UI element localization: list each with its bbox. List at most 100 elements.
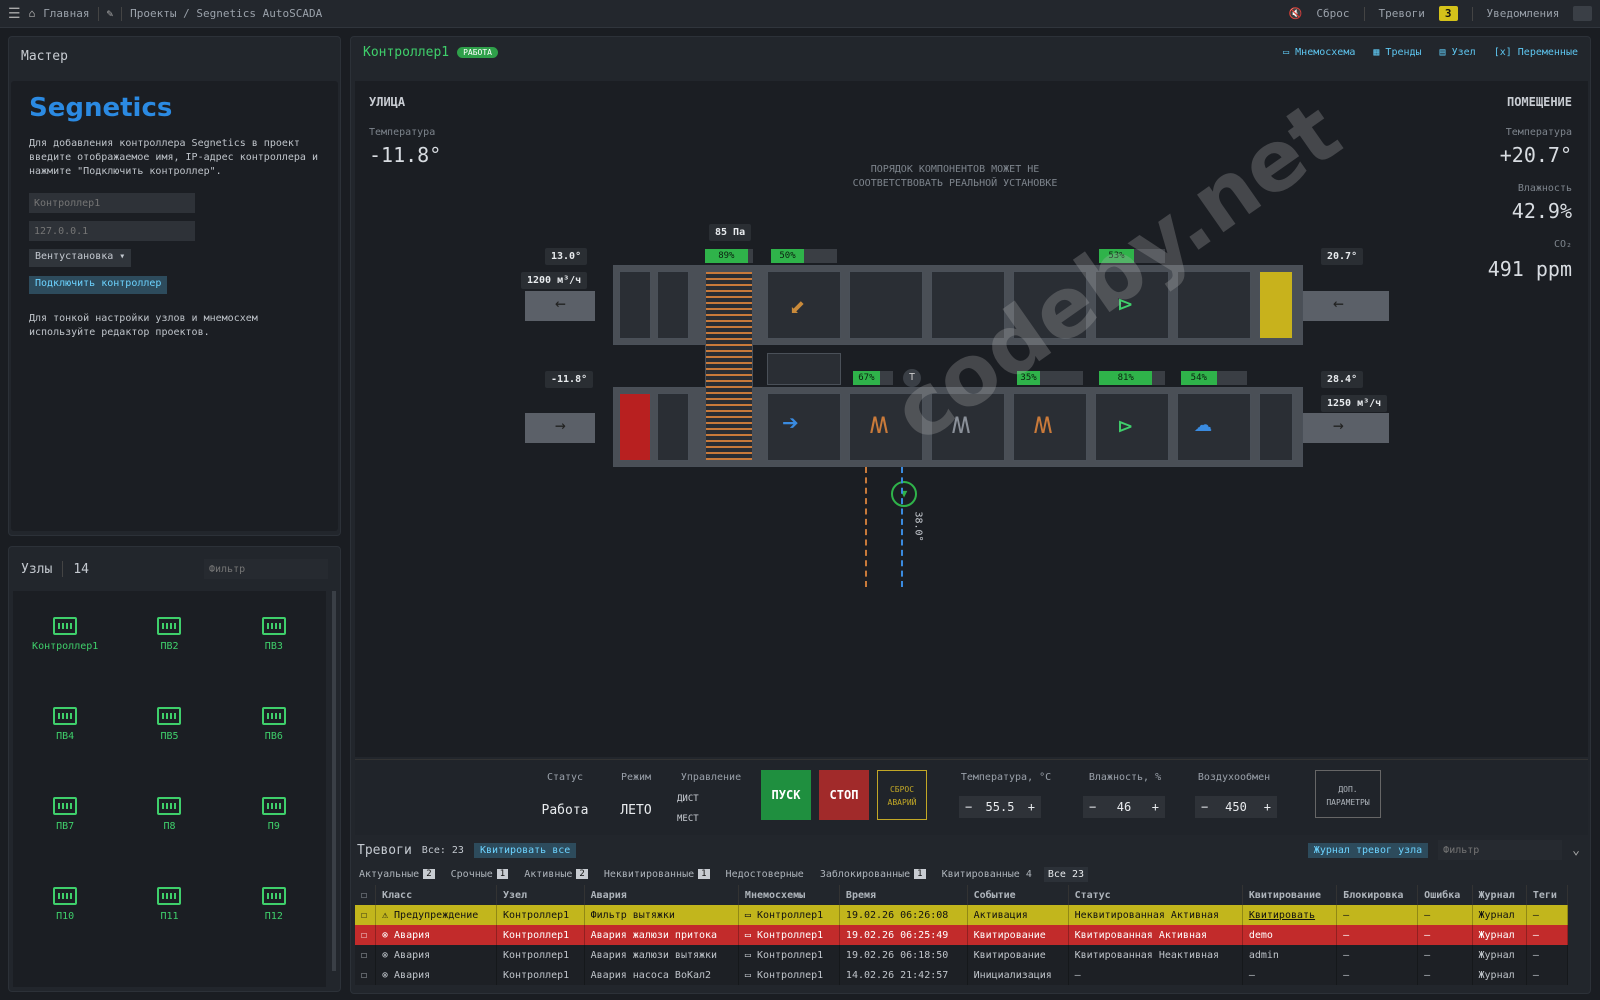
supply-fan[interactable]: ⊳ bbox=[1095, 393, 1169, 461]
controller-name-input[interactable] bbox=[29, 193, 195, 213]
row-checkbox[interactable]: ☐ bbox=[355, 965, 376, 985]
ack-all-button[interactable]: Квитировать все bbox=[473, 842, 577, 858]
column-header[interactable]: Событие bbox=[967, 885, 1069, 905]
damper-exhaust[interactable] bbox=[619, 271, 651, 339]
electric-heater[interactable]: ʍ bbox=[1013, 393, 1087, 461]
column-header[interactable]: Узел bbox=[496, 885, 585, 905]
journal-link[interactable]: Журнал bbox=[1472, 965, 1527, 985]
table-row[interactable]: ☐ ⚠ Предупреждение Контроллер1 Фильтр вытяж… bbox=[355, 905, 1569, 925]
alarm-tab[interactable]: Заблокированные 1 bbox=[816, 867, 930, 882]
node-item[interactable]: ПВ5 bbox=[117, 707, 221, 797]
mnemoscheme-link[interactable]: ▭ Контроллер1 bbox=[738, 965, 840, 985]
home-link[interactable]: Главная bbox=[43, 7, 89, 20]
column-header[interactable]: Блокировка bbox=[1336, 885, 1419, 905]
temp-stepper[interactable]: −55.5 + bbox=[959, 796, 1041, 818]
nodes-scrollbar[interactable] bbox=[332, 591, 336, 971]
notifications-button[interactable]: Уведомления bbox=[1487, 7, 1560, 20]
node-item[interactable]: ПВ6 bbox=[222, 707, 326, 797]
connect-controller-button[interactable]: Подключить контроллер bbox=[29, 276, 168, 294]
alarm-journal-button[interactable]: Журнал тревог узла bbox=[1307, 842, 1429, 858]
column-header[interactable]: Мнемосхемы bbox=[738, 885, 840, 905]
node-item[interactable]: ПВ2 bbox=[117, 617, 221, 707]
control-switch[interactable]: ДИСТ МЕСТ bbox=[671, 789, 751, 829]
alarms-filter-input[interactable] bbox=[1438, 840, 1563, 860]
column-header[interactable]: Теги bbox=[1526, 885, 1569, 905]
journal-link[interactable]: Журнал bbox=[1472, 905, 1527, 925]
column-header[interactable]: Авария bbox=[584, 885, 739, 905]
filter-exhaust[interactable] bbox=[657, 271, 689, 339]
edit-icon[interactable]: ✎ bbox=[107, 7, 114, 20]
alarm-tab[interactable]: Срочные 1 bbox=[447, 867, 513, 882]
hum-stepper[interactable]: − 46 + bbox=[1083, 796, 1165, 818]
column-header[interactable]: Статус bbox=[1068, 885, 1243, 905]
alarm-tab[interactable]: Недостоверные bbox=[722, 867, 808, 882]
bypass-damper[interactable]: ⬋ bbox=[767, 271, 841, 339]
node-item[interactable]: П12 bbox=[222, 887, 326, 977]
breadcrumb[interactable]: Проекты / Segnetics AutoSCADA bbox=[130, 7, 322, 20]
reset-alarms-button[interactable]: СБРОС АВАРИЙ bbox=[877, 770, 927, 820]
column-header[interactable]: Класс bbox=[375, 885, 497, 905]
extra-params-button[interactable]: ДОП. ПАРАМЕТРЫ bbox=[1315, 770, 1381, 818]
menu-icon[interactable]: ☰ bbox=[8, 6, 21, 22]
journal-link[interactable]: Журнал bbox=[1472, 945, 1527, 965]
mnemoscheme-link[interactable]: ▭ Контроллер1 bbox=[738, 905, 840, 925]
mnemoscheme-link[interactable]: ▭ Контроллер1 bbox=[738, 925, 840, 945]
pump-icon[interactable]: ▼ bbox=[891, 481, 917, 507]
chevron-down-icon[interactable]: ⌄ bbox=[1572, 843, 1588, 858]
filter-supply[interactable] bbox=[657, 393, 689, 461]
table-row[interactable]: ☐ ⊗ Авария Контроллер1 Авария жалюзи приток… bbox=[355, 925, 1569, 945]
column-header[interactable]: Время bbox=[839, 885, 968, 905]
home-icon[interactable]: ⌂ bbox=[29, 7, 36, 20]
plus-icon[interactable]: + bbox=[1152, 800, 1159, 814]
recuperator[interactable] bbox=[705, 271, 753, 461]
row-checkbox[interactable]: ☐ bbox=[355, 945, 376, 965]
controller-ip-input[interactable] bbox=[29, 221, 195, 241]
alarm-tab[interactable]: Активные 2 bbox=[520, 867, 592, 882]
table-row[interactable]: ☐ ⊗ Авария Контроллер1 Авария жалюзи вытяжк… bbox=[355, 945, 1569, 965]
alarm-tab[interactable]: Квитированные 4 bbox=[938, 867, 1036, 882]
node-item[interactable]: П11 bbox=[117, 887, 221, 977]
node-item[interactable]: П8 bbox=[117, 797, 221, 887]
damper-outlet[interactable] bbox=[1259, 393, 1293, 461]
tab-mnemoscheme[interactable]: ▭ Мнемосхема bbox=[1283, 47, 1355, 58]
nodes-filter-input[interactable] bbox=[204, 559, 328, 579]
humidifier[interactable]: ☁ bbox=[1177, 393, 1251, 461]
reset-button[interactable]: Сброс bbox=[1316, 7, 1349, 20]
stop-button[interactable]: СТОП bbox=[819, 770, 869, 820]
journal-link[interactable]: Журнал bbox=[1472, 925, 1527, 945]
mute-icon[interactable]: 🔇 bbox=[1289, 7, 1303, 20]
alarm-tab[interactable]: Актуальные 2 bbox=[355, 867, 439, 882]
column-header[interactable]: Квитирование bbox=[1242, 885, 1338, 905]
node-item[interactable]: П10 bbox=[13, 887, 117, 977]
alarms-button[interactable]: Тревоги bbox=[1379, 7, 1425, 20]
minus-icon[interactable]: − bbox=[1089, 800, 1096, 814]
damper-supply[interactable] bbox=[619, 393, 651, 461]
bypass-blades[interactable] bbox=[767, 353, 841, 385]
start-button[interactable]: ПУСК bbox=[761, 770, 811, 820]
node-item[interactable]: ПВ4 bbox=[13, 707, 117, 797]
ack-cell[interactable]: Квитировать bbox=[1242, 905, 1338, 925]
table-row[interactable]: ☐ ⊗ Авария Контроллер1 Авария насоса ВоКал2… bbox=[355, 965, 1569, 985]
select-all-checkbox[interactable]: ☐ bbox=[355, 885, 376, 905]
minus-icon[interactable]: − bbox=[1201, 800, 1208, 814]
minus-icon[interactable]: − bbox=[965, 800, 972, 814]
column-header[interactable]: Ошибка bbox=[1417, 885, 1473, 905]
exhaust-filter[interactable] bbox=[1259, 271, 1293, 339]
alarm-tab[interactable]: Неквитированные 1 bbox=[600, 867, 714, 882]
node-item[interactable]: ПВ7 bbox=[13, 797, 117, 887]
plus-icon[interactable]: + bbox=[1264, 800, 1271, 814]
mnemoscheme-link[interactable]: ▭ Контроллер1 bbox=[738, 945, 840, 965]
row-checkbox[interactable]: ☐ bbox=[355, 925, 376, 945]
air-stepper[interactable]: − 450 + bbox=[1195, 796, 1277, 818]
column-header[interactable]: Журнал bbox=[1472, 885, 1527, 905]
tab-variables[interactable]: [x] Переменные bbox=[1494, 47, 1578, 58]
alarm-tab[interactable]: Все 23 bbox=[1043, 866, 1088, 882]
controller-type-select[interactable]: Вентустановка ▾ bbox=[29, 249, 132, 267]
row-checkbox[interactable]: ☐ bbox=[355, 905, 376, 925]
node-item[interactable]: Контроллер1 bbox=[13, 617, 117, 707]
node-item[interactable]: ПВ3 bbox=[222, 617, 326, 707]
tab-trends[interactable]: ▦ Тренды bbox=[1373, 47, 1421, 58]
tab-node[interactable]: ▤ Узел bbox=[1440, 47, 1476, 58]
plus-icon[interactable]: + bbox=[1028, 800, 1035, 814]
node-item[interactable]: П9 bbox=[222, 797, 326, 887]
